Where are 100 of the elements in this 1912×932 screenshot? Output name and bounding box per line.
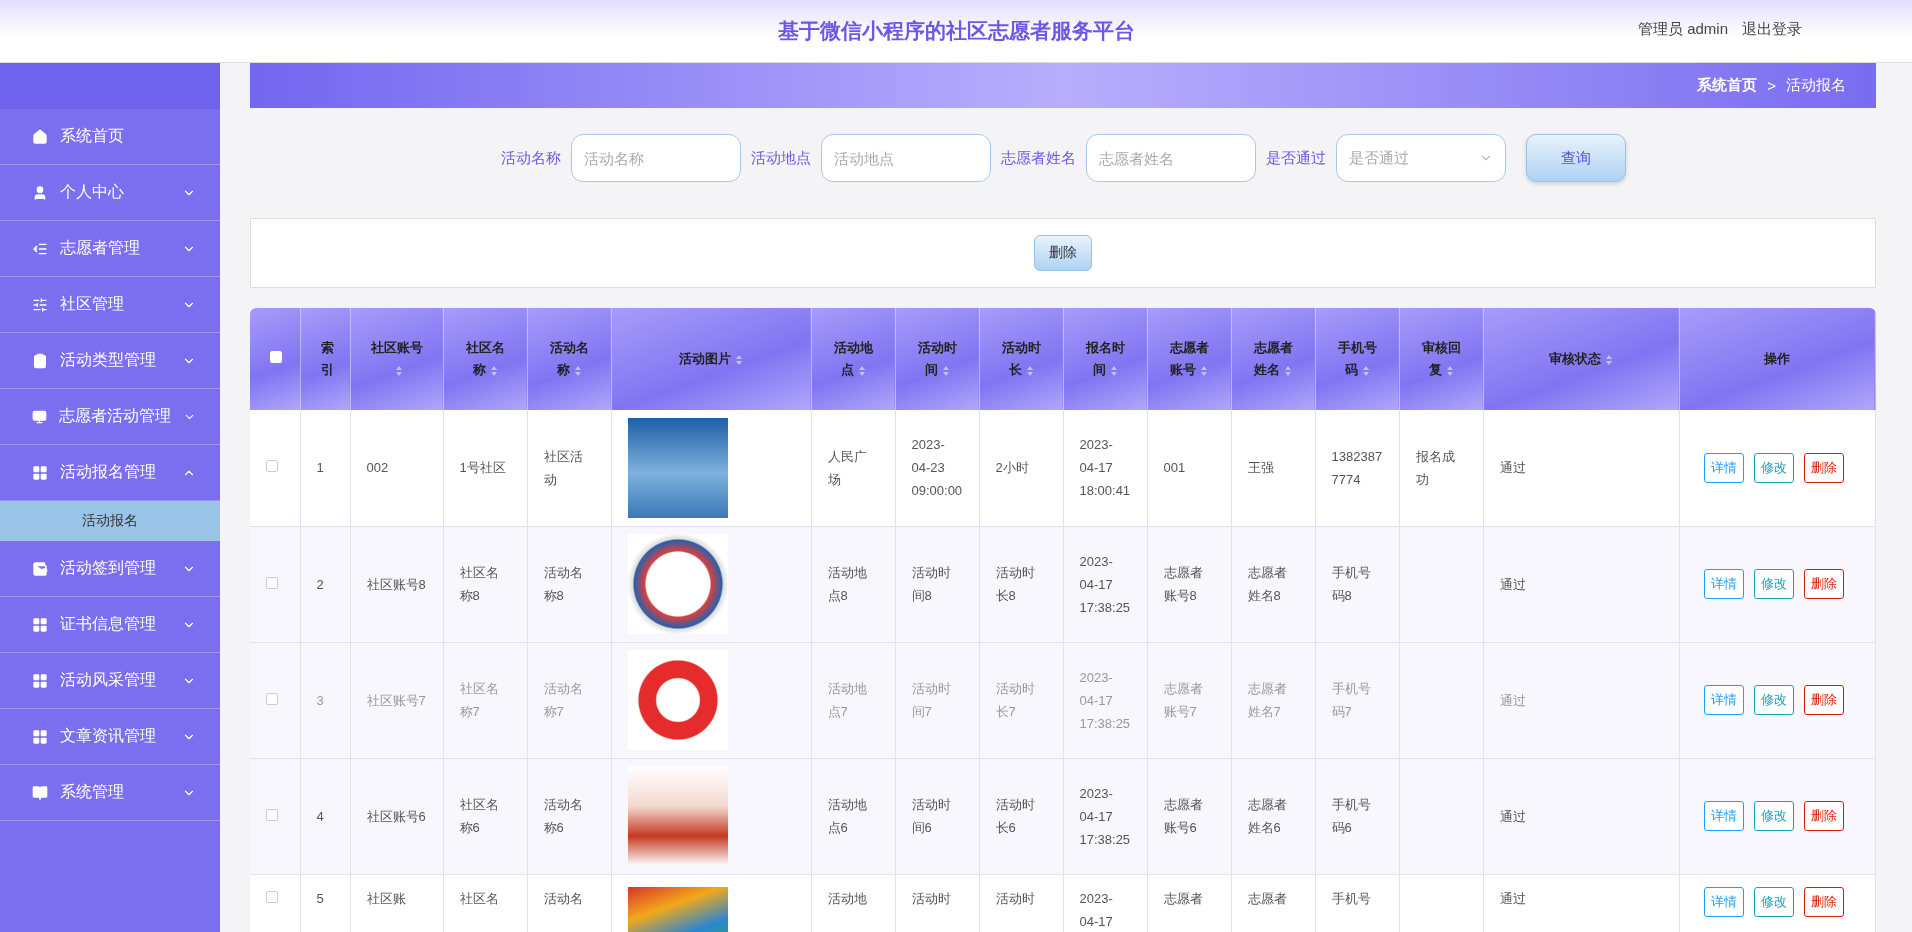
table-cell: 通过 [1483, 642, 1680, 758]
column-header[interactable]: 活动名称 [527, 308, 611, 410]
row-checkbox[interactable] [266, 692, 278, 705]
sidebar-item[interactable]: 志愿者管理 [0, 221, 220, 277]
column-header[interactable]: 社区账号 [350, 308, 443, 410]
sort-icon[interactable] [394, 364, 403, 377]
edit-button[interactable]: 修改 [1753, 685, 1794, 715]
table-cell: 活动名称6 [527, 758, 611, 874]
select-field[interactable]: 是否通过 [1335, 134, 1506, 182]
detail-button[interactable]: 详情 [1703, 886, 1744, 917]
column-header[interactable]: 志愿者账号 [1147, 308, 1231, 410]
table-cell: 5 [300, 874, 350, 932]
delete-button[interactable]: 删除 [1034, 235, 1092, 271]
table-cell: 志愿者账号8 [1147, 526, 1231, 642]
column-header[interactable]: 活动时间 [895, 308, 979, 410]
row-checkbox[interactable] [266, 576, 278, 589]
table-cell: 手机号码6 [1315, 758, 1399, 874]
delete-button[interactable]: 删除 [1803, 886, 1844, 917]
table-cell: 通过 [1483, 526, 1680, 642]
sort-icon[interactable] [735, 353, 743, 366]
column-header[interactable]: 报名时间 [1063, 308, 1147, 410]
sort-icon[interactable] [1605, 353, 1614, 366]
column-header[interactable]: 活动地点 [811, 308, 895, 410]
sidebar-item[interactable]: 个人中心 [0, 165, 220, 221]
sort-icon[interactable] [857, 364, 866, 377]
table-cell: 社区名 [443, 874, 527, 932]
column-header: 索引 [300, 308, 350, 410]
select-all-checkbox[interactable] [270, 351, 282, 363]
book-icon [32, 784, 48, 801]
column-header[interactable]: 活动时长 [979, 308, 1063, 410]
breadcrumb-link[interactable]: 活动报名 [1786, 76, 1846, 95]
sidebar-item[interactable]: 系统首页 [0, 109, 220, 165]
table-cell: 手机号码8 [1315, 526, 1399, 642]
sort-icon[interactable] [573, 364, 582, 377]
table-cell: 活动地点8 [811, 526, 895, 642]
table-cell: 活动时间6 [895, 758, 979, 874]
sort-icon[interactable] [489, 364, 498, 377]
sidebar-item[interactable]: 志愿者活动管理 [0, 389, 220, 445]
delete-button[interactable]: 删除 [1803, 801, 1844, 831]
field-label: 活动名称 [500, 148, 561, 168]
column-header[interactable]: 审核回复 [1399, 308, 1483, 410]
site-title: 基于微信小程序的社区志愿者服务平台 [777, 18, 1135, 44]
sidebar-item[interactable]: 社区管理 [0, 277, 220, 333]
sort-icon[interactable] [1200, 364, 1208, 377]
delete-button[interactable]: 删除 [1803, 452, 1844, 483]
sidebar-item[interactable]: 证书信息管理 [0, 597, 220, 653]
sort-icon[interactable] [1361, 364, 1370, 377]
detail-button[interactable]: 详情 [1703, 801, 1744, 831]
sort-icon[interactable] [1284, 364, 1292, 377]
table-cell: 1 [300, 410, 350, 526]
delete-button[interactable]: 删除 [1803, 569, 1844, 599]
table-cell: 活动时间8 [895, 526, 979, 642]
clipboard-icon [32, 352, 48, 369]
table-cell: 王强 [1231, 410, 1315, 526]
field-label: 是否通过 [1265, 148, 1326, 168]
delete-button[interactable]: 删除 [1803, 685, 1844, 715]
edit-button[interactable]: 修改 [1753, 569, 1794, 599]
input-field[interactable]: 活动名称 [570, 134, 741, 182]
table-cell: 2023-04-17 17:38:25 [1063, 758, 1147, 874]
table-cell: 社区账号6 [350, 758, 443, 874]
column-header[interactable]: 活动图片 [611, 308, 811, 410]
column-header[interactable]: 志愿者姓名 [1231, 308, 1315, 410]
table-cell: 报名成功 [1399, 410, 1483, 526]
home-icon [32, 128, 48, 145]
row-checkbox[interactable] [266, 890, 278, 903]
edit-button[interactable]: 修改 [1753, 886, 1794, 917]
table-cell: 2023-04-17 18:00:41 [1063, 410, 1147, 526]
sort-icon[interactable] [941, 364, 950, 377]
logout-link[interactable]: 退出登录 [1742, 20, 1802, 39]
sidebar-item[interactable]: 系统管理 [0, 765, 220, 821]
row-checkbox[interactable] [266, 460, 278, 473]
table-cell: 活动地点6 [811, 758, 895, 874]
sort-icon[interactable] [1025, 364, 1034, 377]
table-cell: 活动时长6 [979, 758, 1063, 874]
sidebar-item[interactable]: 活动签到管理 [0, 541, 220, 597]
table-cell: 002 [350, 410, 443, 526]
column-header[interactable]: 社区名称 [443, 308, 527, 410]
sort-icon[interactable] [1445, 364, 1454, 377]
sort-icon[interactable] [1109, 364, 1118, 377]
detail-button[interactable]: 详情 [1703, 452, 1744, 483]
sidebar-item[interactable]: 活动风采管理 [0, 653, 220, 709]
table-cell: 活动地点7 [811, 642, 895, 758]
table-cell: 志愿者 [1231, 874, 1315, 932]
table-cell: 2023-04-17 17:38:25 [1063, 642, 1147, 758]
table-cell: 人民广场 [811, 410, 895, 526]
column-header[interactable]: 审核状态 [1483, 308, 1680, 410]
detail-button[interactable]: 详情 [1703, 569, 1744, 599]
query-button[interactable]: 查询 [1525, 134, 1626, 182]
edit-button[interactable]: 修改 [1753, 801, 1794, 831]
edit-button[interactable]: 修改 [1753, 452, 1794, 483]
submenu-item[interactable]: 活动报名 [0, 501, 220, 541]
sidebar-item[interactable]: 文章资讯管理 [0, 709, 220, 765]
breadcrumb-link[interactable]: 系统首页 [1697, 76, 1758, 95]
sidebar-item[interactable]: 活动类型管理 [0, 333, 220, 389]
detail-button[interactable]: 详情 [1703, 685, 1744, 715]
column-header[interactable]: 手机号码 [1315, 308, 1399, 410]
input-field[interactable]: 志愿者姓名 [1085, 134, 1256, 182]
column-header: 操作 [1679, 308, 1876, 410]
row-checkbox[interactable] [266, 808, 278, 821]
input-field[interactable]: 活动地点 [820, 134, 991, 182]
